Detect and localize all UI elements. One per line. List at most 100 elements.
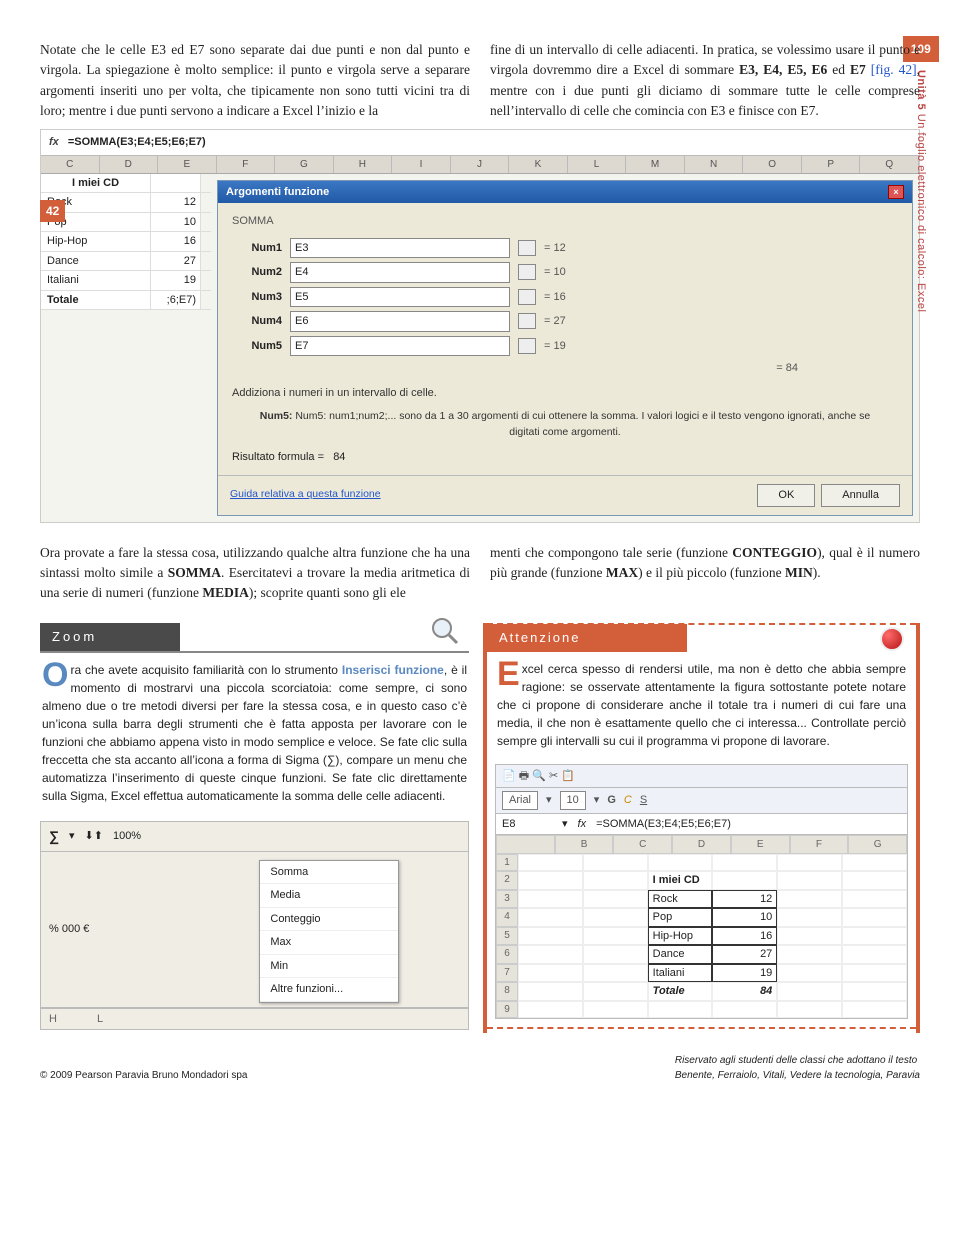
dialog-title: Argomenti funzione: [226, 184, 329, 201]
mini-cell: I miei CD: [648, 871, 713, 890]
attention-dot-icon: [880, 627, 904, 651]
mini-cell: [583, 945, 648, 964]
zoom-title: Zoom: [40, 623, 180, 651]
mini-cell: 16: [712, 927, 777, 946]
menu-item[interactable]: Somma: [260, 861, 398, 885]
range-select-icon[interactable]: [518, 338, 536, 354]
arg-label: Num5: [232, 338, 282, 355]
sheet-title-cell: I miei CD: [41, 174, 151, 193]
toolbar-icons: 📄 🖶 🔍 ✂ 📋: [502, 768, 575, 785]
mini-cell: [777, 1001, 842, 1018]
copyright: © 2009 Pearson Paravia Bruno Mondadori s…: [40, 1068, 248, 1083]
book-citation: Benente, Ferraiolo, Vitali, Vedere la te…: [675, 1068, 920, 1083]
help-link[interactable]: Guida relativa a questa funzione: [230, 487, 381, 503]
mini-cell: 10: [712, 908, 777, 927]
mini-cell: 19: [712, 964, 777, 983]
arg-result: = 27: [544, 313, 566, 330]
mini-cell: Pop: [648, 908, 713, 927]
menu-item[interactable]: Altre funzioni...: [260, 978, 398, 1002]
excel-screenshot-main: fx =SOMMA(E3;E4;E5;E6;E7) CDEFGHIJKLMNOP…: [40, 129, 920, 523]
mini-cell: [777, 890, 842, 909]
mini-cell: [583, 871, 648, 890]
attention-text: xcel cerca spesso di rendersi utile, ma …: [497, 662, 906, 748]
attention-formula: =SOMMA(E3;E4;E5;E6;E7): [596, 816, 731, 833]
sum-result: = 84: [776, 360, 798, 377]
sheet-data-area: I miei CD Rock12Pop10Hip-Hop16Dance27Ita…: [41, 174, 211, 522]
data-value-cell: 16: [151, 232, 201, 251]
mini-cell: [777, 964, 842, 983]
mini-cell: [518, 871, 583, 890]
mini-cell: [583, 854, 648, 871]
arg-result: = 10: [544, 264, 566, 281]
mini-cell: Hip-Hop: [648, 927, 713, 946]
mini-cell: [518, 854, 583, 871]
mini-cell: [712, 854, 777, 871]
zoom-box: Zoom O ra che avete acquisito familiarit…: [40, 623, 469, 1033]
font-size[interactable]: 10: [560, 791, 586, 810]
range-select-icon[interactable]: [518, 289, 536, 305]
mini-cell: [583, 890, 648, 909]
font-selector[interactable]: Arial: [502, 791, 538, 810]
data-value-cell: 12: [151, 193, 201, 212]
mini-cell: [583, 964, 648, 983]
sigma-dropdown-menu: SommaMediaConteggioMaxMinAltre funzioni.…: [259, 860, 399, 1003]
mini-cell: [518, 964, 583, 983]
arg-input[interactable]: E4: [290, 262, 510, 283]
range-select-icon[interactable]: [518, 264, 536, 280]
fx-icon: fx: [49, 136, 59, 148]
arg-input[interactable]: E7: [290, 336, 510, 357]
function-name: SOMMA: [232, 213, 898, 230]
mini-cell: [518, 1001, 583, 1018]
cell-ref: E8: [502, 816, 552, 833]
mini-cell: [842, 927, 907, 946]
arg-result: = 19: [544, 338, 566, 355]
mini-cell: [518, 927, 583, 946]
mini-cell: [777, 871, 842, 890]
mid-left: Ora provate a fare la stessa cosa, utili…: [40, 543, 470, 604]
menu-item[interactable]: Conteggio: [260, 908, 398, 932]
arg-label: Num2: [232, 264, 282, 281]
mini-cell: [648, 854, 713, 871]
close-icon[interactable]: ×: [888, 185, 904, 199]
mini-cell: [842, 908, 907, 927]
data-value-cell: 19: [151, 271, 201, 290]
mini-cell: [648, 1001, 713, 1018]
dropcap-e: E: [497, 660, 520, 689]
mini-cell: [583, 982, 648, 1001]
attention-box: Attenzione E xcel cerca spesso di render…: [483, 623, 920, 1033]
cancel-button[interactable]: Annulla: [821, 484, 900, 507]
arg-label: Num1: [232, 240, 282, 257]
menu-item[interactable]: Media: [260, 884, 398, 908]
range-select-icon[interactable]: [518, 240, 536, 256]
arg-result: = 12: [544, 240, 566, 257]
mini-cell: [842, 871, 907, 890]
mini-cell: 12: [712, 890, 777, 909]
mini-cell: [842, 945, 907, 964]
sigma-icon[interactable]: ∑: [49, 826, 59, 847]
menu-item[interactable]: Min: [260, 955, 398, 979]
total-value-cell: ;6;E7): [151, 291, 201, 310]
arg-result: = 16: [544, 289, 566, 306]
function-arguments-dialog: Argomenti funzione × SOMMA Num1 E3 = 12 Num…: [217, 180, 913, 516]
mini-cell: Italiani: [648, 964, 713, 983]
mini-cell: [777, 982, 842, 1001]
mini-cell: Dance: [648, 945, 713, 964]
dialog-description: Addiziona i numeri in un intervallo di c…: [232, 385, 898, 402]
ok-button[interactable]: OK: [757, 484, 815, 507]
mini-cell: [583, 927, 648, 946]
intro-left: Notate che le celle E3 ed E7 sono separa…: [40, 40, 470, 121]
arg-input[interactable]: E3: [290, 238, 510, 259]
magnifier-icon: [429, 615, 461, 647]
mini-cell: [842, 964, 907, 983]
formula-bar: fx =SOMMA(E3;E4;E5;E6;E7): [41, 130, 919, 156]
formula-text: =SOMMA(E3;E4;E5;E6;E7): [68, 136, 206, 148]
arg-label: Num3: [232, 289, 282, 306]
menu-item[interactable]: Max: [260, 931, 398, 955]
mini-cell: Totale: [648, 982, 713, 1001]
arg-input[interactable]: E5: [290, 287, 510, 308]
mini-cell: [712, 1001, 777, 1018]
column-headers: CDEFGHIJKLMNOPQ: [41, 156, 919, 174]
reserved-text: Riservato agli studenti delle classi che…: [675, 1053, 920, 1068]
range-select-icon[interactable]: [518, 313, 536, 329]
arg-input[interactable]: E6: [290, 311, 510, 332]
